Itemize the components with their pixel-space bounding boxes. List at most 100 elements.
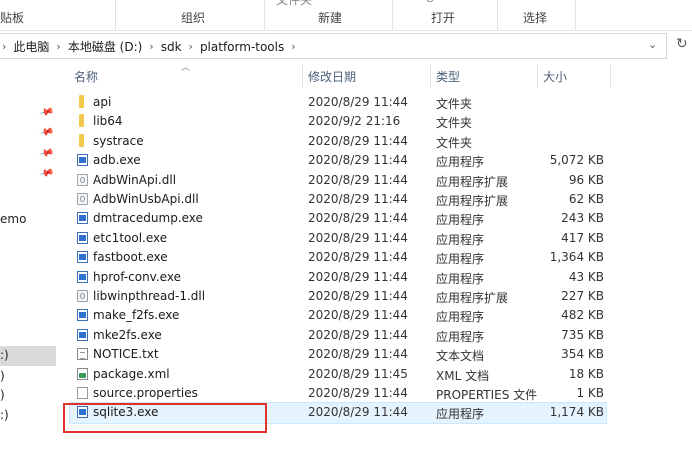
breadcrumb-sdk[interactable]: sdk — [156, 40, 187, 54]
file-row[interactable]: etc1tool.exe 2020/8/29 11:44 应用程序 417 KB — [70, 229, 606, 248]
file-row[interactable]: AdbWinApi.dll 2020/8/29 11:44 应用程序扩展 96 KB — [70, 171, 606, 190]
file-row[interactable]: source.properties 2020/8/29 11:44 PROPERTI… — [70, 384, 606, 403]
file-type: 应用程序扩展 — [436, 194, 509, 208]
dll-icon — [77, 193, 88, 205]
nav-item[interactable]: emo — [0, 212, 26, 226]
ribbon-divider — [497, 0, 498, 30]
file-modified-date: 2020/9/2 21:16 — [308, 114, 401, 129]
file-size: 417 KB — [561, 230, 604, 245]
file-type: 文件夹 — [436, 135, 473, 150]
folder-icon — [79, 95, 84, 108]
file-modified-date: 2020/8/29 11:44 — [308, 230, 408, 245]
exe-icon — [77, 231, 88, 244]
file-name: lib64 — [93, 114, 123, 129]
chevron-right-icon[interactable]: › — [54, 40, 62, 53]
chevron-right-icon[interactable]: › — [187, 40, 195, 53]
chevron-right-icon[interactable]: › — [0, 40, 8, 53]
file-name: AdbWinUsbApi.dll — [93, 192, 199, 206]
folder-icon — [79, 133, 84, 147]
column-header-date[interactable]: 修改日期 — [308, 68, 356, 85]
nav-item[interactable]: ) — [0, 388, 5, 402]
breadcrumb: › 此电脑 › 本地磁盘 (D:) › sdk › platform-tools… — [0, 38, 298, 55]
file-row[interactable]: hprof-conv.exe 2020/8/29 11:44 应用程序 43 KB — [70, 268, 606, 287]
file-size: 243 KB — [561, 211, 604, 226]
ribbon-cut-label: 文件夹 — [276, 0, 313, 7]
file-row[interactable]: dmtracedump.exe 2020/8/29 11:44 应用程序 243 KB — [70, 209, 606, 228]
file-row[interactable]: libwinpthread-1.dll 2020/8/29 11:44 应用程序扩展… — [70, 287, 606, 306]
file-name: api — [93, 95, 112, 109]
file-modified-date: 2020/8/29 11:44 — [308, 172, 408, 187]
nav-item[interactable]: ) — [0, 369, 5, 383]
file-row[interactable]: AdbWinUsbApi.dll 2020/8/29 11:44 应用程序扩展 62 … — [70, 190, 606, 209]
breadcrumb-drive-d[interactable]: 本地磁盘 (D:) — [63, 38, 147, 55]
file-row[interactable]: fastboot.exe 2020/8/29 11:44 应用程序 1,364 KB — [70, 248, 606, 267]
column-header-type[interactable]: 类型 — [436, 68, 460, 85]
file-name: adb.exe — [93, 153, 141, 168]
file-modified-date: 2020/8/29 11:44 — [308, 153, 408, 168]
file-modified-date: 2020/8/29 11:44 — [308, 405, 408, 420]
file-type: 应用程序 — [436, 271, 485, 286]
file-size: 62 KB — [568, 192, 604, 206]
file-size: 43 KB — [568, 269, 604, 284]
file-modified-date: 2020/8/29 11:44 — [308, 250, 408, 265]
file-row[interactable]: systrace 2020/8/29 11:44 文件夹 — [70, 132, 606, 151]
file-modified-date: 2020/8/29 11:44 — [308, 289, 408, 303]
file-type: 应用程序 — [436, 407, 485, 422]
pin-icon[interactable]: 📌 — [38, 146, 54, 162]
pin-icon[interactable]: 📌 — [38, 105, 54, 121]
file-name: make_f2fs.exe — [93, 308, 180, 323]
file-size: 5,072 KB — [549, 153, 604, 168]
dll-icon — [77, 173, 88, 186]
column-header-size[interactable]: 大小 — [543, 68, 567, 85]
file-row[interactable]: adb.exe 2020/8/29 11:44 应用程序 5,072 KB — [70, 151, 606, 170]
file-modified-date: 2020/8/29 11:44 — [308, 308, 408, 323]
dll-icon — [77, 290, 88, 302]
ribbon-group-new: 新建 — [318, 11, 343, 25]
ribbon-group-open: 打开 — [431, 11, 456, 25]
file-name: AdbWinApi.dll — [93, 172, 177, 187]
ribbon-bar: 文件夹 ⊘ 贴板 组织 新建 打开 选择 — [0, 0, 692, 31]
breadcrumb-platform-tools[interactable]: platform-tools — [195, 40, 289, 54]
ribbon-group-select: 选择 — [523, 11, 548, 25]
chevron-down-icon[interactable]: ⌄ — [648, 38, 657, 51]
nav-item[interactable]: :) — [0, 348, 9, 362]
column-divider[interactable] — [302, 64, 303, 88]
column-header-name[interactable]: 名称 — [74, 68, 98, 85]
pin-icon[interactable]: 📌 — [38, 125, 54, 141]
file-row[interactable]: api 2020/8/29 11:44 文件夹 — [70, 93, 606, 112]
folder-icon — [79, 114, 84, 128]
nav-item[interactable]: :) — [0, 408, 9, 422]
file-row[interactable]: mke2fs.exe 2020/8/29 11:44 应用程序 735 KB — [70, 326, 606, 345]
file-row[interactable]: package.xml 2020/8/29 11:45 XML 文档 18 KB — [70, 365, 606, 384]
address-bar[interactable]: › 此电脑 › 本地磁盘 (D:) › sdk › platform-tools… — [0, 33, 692, 59]
column-divider[interactable] — [610, 64, 611, 88]
ribbon-cut-icon: ⊘ — [425, 0, 435, 5]
file-modified-date: 2020/8/29 11:44 — [308, 269, 408, 284]
file-name: systrace — [93, 133, 144, 148]
file-modified-date: 2020/8/29 11:44 — [308, 95, 408, 109]
file-type: 应用程序 — [436, 329, 485, 344]
file-modified-date: 2020/8/29 11:44 — [308, 192, 408, 206]
file-size: 1,364 KB — [549, 250, 604, 265]
ribbon-divider — [264, 0, 265, 30]
breadcrumb-this-pc[interactable]: 此电脑 — [8, 38, 54, 55]
column-divider[interactable] — [537, 64, 538, 88]
refresh-icon[interactable]: ↻ — [676, 36, 688, 52]
file-type: 文本文档 — [436, 349, 485, 364]
file-row[interactable]: make_f2fs.exe 2020/8/29 11:44 应用程序 482 KB — [70, 306, 606, 325]
file-modified-date: 2020/8/29 11:44 — [308, 327, 408, 342]
ribbon-divider — [392, 0, 393, 30]
chevron-right-icon[interactable]: › — [147, 40, 155, 53]
column-divider[interactable] — [430, 64, 431, 88]
file-size: 227 KB — [561, 289, 604, 303]
pin-icon[interactable]: 📌 — [38, 166, 54, 182]
file-row[interactable]: NOTICE.txt 2020/8/29 11:44 文本文档 354 KB — [70, 345, 606, 364]
file-type: 应用程序 — [436, 232, 485, 247]
chevron-right-icon[interactable]: › — [289, 40, 297, 53]
text-file-icon — [77, 348, 88, 361]
file-modified-date: 2020/8/29 11:44 — [308, 133, 408, 148]
file-name: package.xml — [93, 366, 170, 381]
file-row[interactable]: lib64 2020/9/2 21:16 文件夹 — [70, 112, 606, 131]
file-name: dmtracedump.exe — [93, 211, 203, 226]
file-size: 18 KB — [568, 366, 604, 381]
